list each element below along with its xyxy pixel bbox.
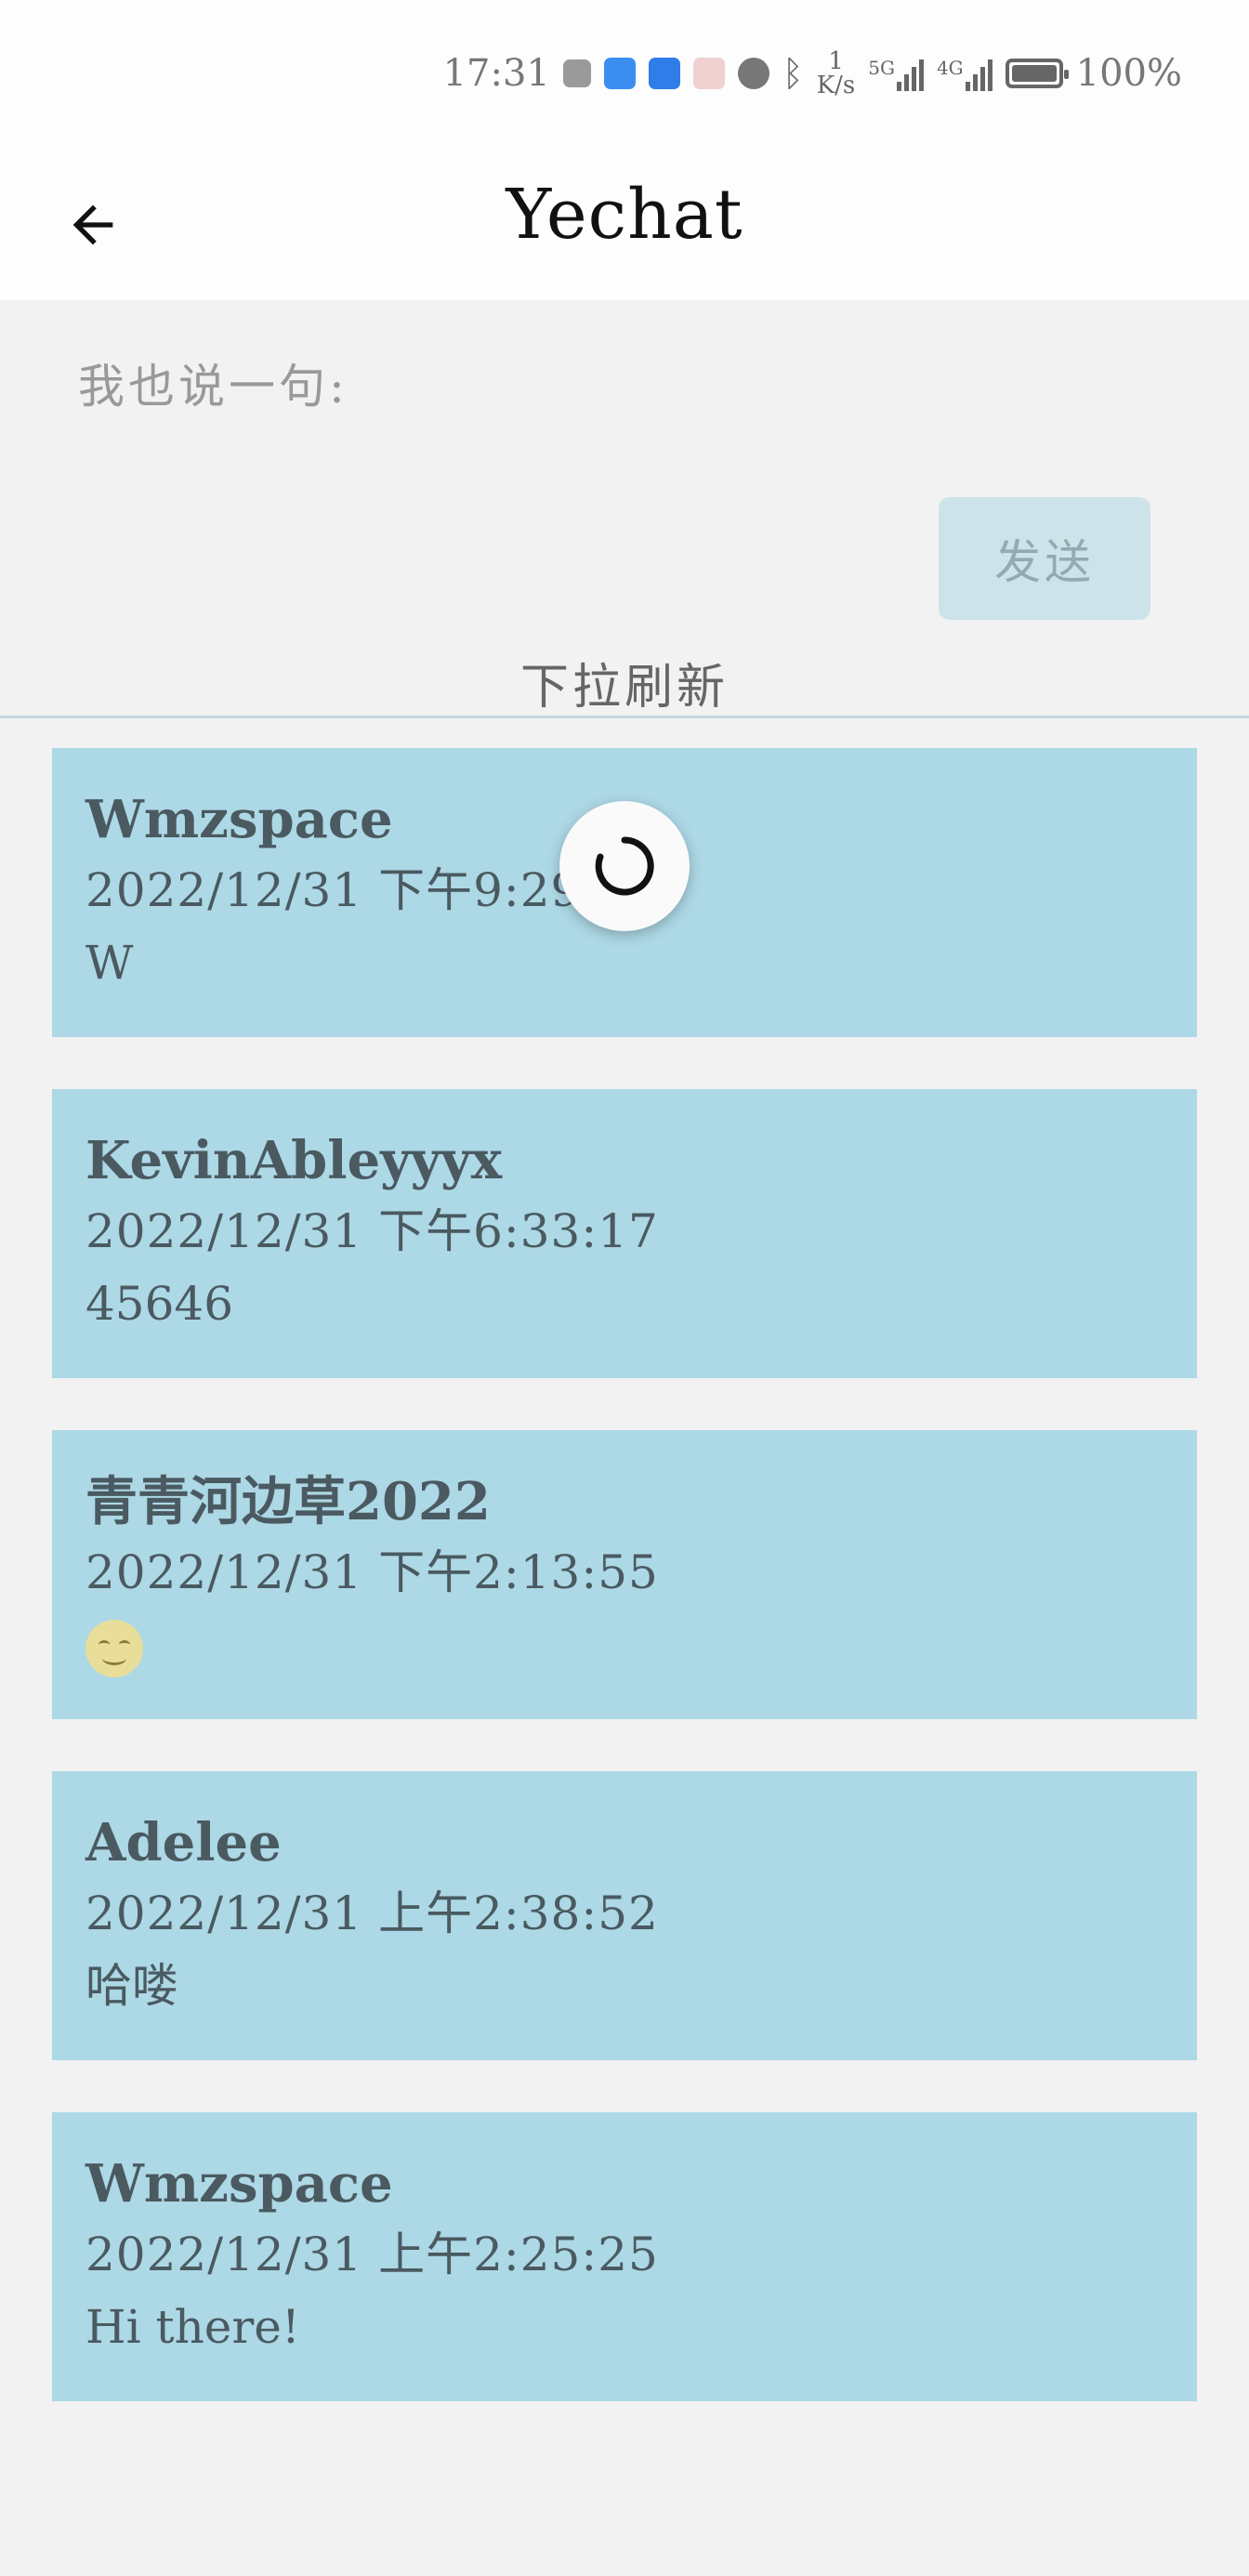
- message-time: 2022/12/31 上午2:25:25: [85, 2228, 659, 2281]
- message-text: 45646: [85, 1277, 234, 1331]
- loading-spinner-icon: [595, 836, 654, 896]
- message-time: 2022/12/31 下午2:13:55: [85, 1545, 659, 1599]
- signal-5g-icon: 5G: [868, 56, 924, 91]
- cloud-icon: [603, 58, 636, 89]
- net-speed-unit: K/s: [816, 72, 856, 99]
- signal-5g-label: 5G: [868, 57, 895, 79]
- signal-4g-label: 4G: [936, 57, 964, 79]
- status-icons: 17:31 ᛒ 1 K/s 5G 4G 100%: [443, 48, 1182, 99]
- smiling-face-icon: [85, 1620, 143, 1677]
- message-text: Hi there!: [85, 2300, 300, 2354]
- pull-to-refresh-hint: 下拉刷新: [519, 660, 729, 716]
- net-speed-value: 1: [828, 47, 844, 75]
- battery-percent: 100%: [1075, 52, 1182, 95]
- status-time: 17:31: [442, 52, 550, 95]
- list-item[interactable]: 青青河边草2022 2022/12/31 下午2:13:55: [52, 1430, 1197, 1719]
- calendar-icon: [692, 58, 725, 89]
- bluetooth-icon: ᛒ: [782, 53, 804, 94]
- message-list[interactable]: Wmzspace 2022/12/31 下午9:29: W KevinAbley…: [52, 748, 1197, 2453]
- message-composer: 发送 下拉刷新: [0, 300, 1249, 718]
- message-input[interactable]: [78, 354, 1100, 419]
- page-title: Yechat: [506, 175, 743, 255]
- message-time: 2022/12/31 下午6:33:17: [85, 1204, 659, 1258]
- message-author: Wmzspace: [85, 2153, 393, 2215]
- message-author: Adelee: [85, 1812, 282, 1873]
- hmos-icon: [562, 59, 591, 87]
- signal-4g-icon: 4G: [937, 56, 993, 91]
- list-item[interactable]: Adelee 2022/12/31 上午2:38:52 哈喽: [52, 1771, 1197, 2060]
- battery-icon: [1005, 59, 1069, 88]
- message-time: 2022/12/31 上午2:38:52: [85, 1886, 659, 1940]
- app-bar: Yechat: [0, 149, 1249, 300]
- net-speed: 1 K/s: [817, 49, 856, 98]
- status-bar: 17:31 ᛒ 1 K/s 5G 4G 100%: [0, 0, 1249, 149]
- message-text: 哈喽: [85, 1959, 178, 2013]
- weather-icon: [648, 58, 680, 89]
- list-item[interactable]: KevinAbleyyyx 2022/12/31 下午6:33:17 45646: [52, 1089, 1197, 1378]
- message-text: W: [85, 936, 134, 990]
- refresh-spinner: [559, 801, 690, 931]
- message-author: 青青河边草2022: [85, 1471, 491, 1532]
- message-author: KevinAbleyyyx: [85, 1130, 503, 1191]
- send-button[interactable]: 发送: [939, 497, 1150, 620]
- chat-bubble-icon: [737, 58, 769, 89]
- message-text: [85, 1612, 1164, 1677]
- list-item[interactable]: Wmzspace 2022/12/31 上午2:25:25 Hi there!: [52, 2112, 1197, 2401]
- divider: [0, 716, 1249, 718]
